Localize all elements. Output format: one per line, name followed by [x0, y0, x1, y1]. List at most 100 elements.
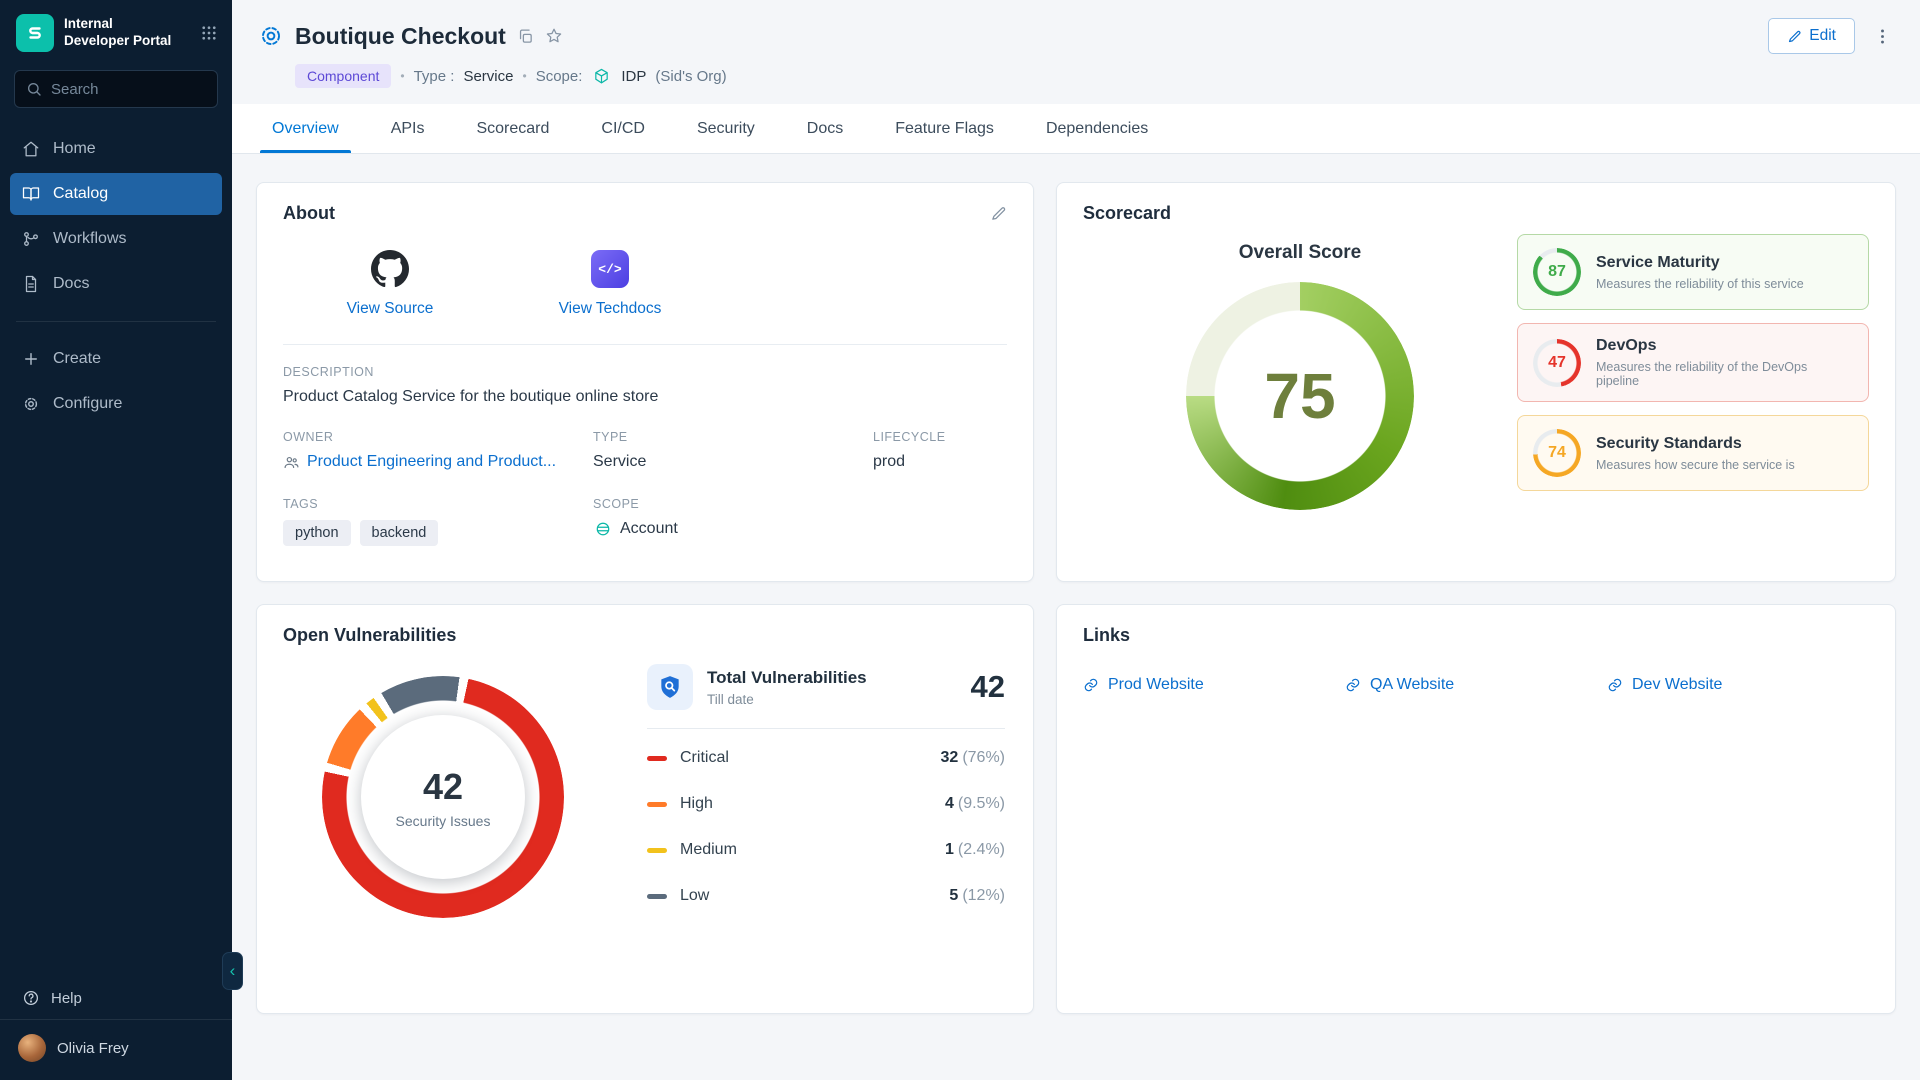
links-card: Links Prod Website QA Website Dev Websit…	[1056, 604, 1896, 1014]
link-label: Dev Website	[1632, 676, 1722, 694]
plus-icon	[22, 350, 40, 368]
create-label: Create	[53, 350, 101, 368]
sidebar-item-home[interactable]: Home	[10, 128, 222, 170]
low-dash	[647, 894, 667, 899]
page-title: Boutique Checkout	[295, 23, 506, 50]
dev-website-link[interactable]: Dev Website	[1607, 676, 1869, 694]
score-desc: Measures the reliability of this service	[1596, 277, 1804, 291]
score-value: 87	[1548, 263, 1566, 281]
tags-label: TAGS	[283, 497, 593, 511]
vuln-count: 5	[949, 887, 958, 904]
vuln-row-low: Low 5(12%)	[647, 873, 1005, 919]
sidebar-item-label: Catalog	[53, 185, 108, 203]
link-label: Prod Website	[1108, 676, 1204, 694]
security-issues-count: 42	[423, 766, 463, 808]
type-label: Type :	[414, 68, 455, 85]
vuln-row-high: High 4(9.5%)	[647, 781, 1005, 827]
qa-website-link[interactable]: QA Website	[1345, 676, 1607, 694]
edit-about-icon[interactable]	[990, 205, 1007, 222]
sidebar-item-label: Docs	[53, 275, 89, 293]
vuln-count: 4	[945, 795, 954, 812]
tab-dependencies[interactable]: Dependencies	[1020, 104, 1174, 153]
tag-backend[interactable]: backend	[360, 520, 439, 546]
tab-docs[interactable]: Docs	[781, 104, 869, 153]
owner-value: Product Engineering and Product...	[307, 453, 556, 471]
logo-row: Internal Developer Portal	[0, 0, 232, 62]
overall-score-label: Overall Score	[1239, 242, 1362, 264]
link-icon	[1083, 677, 1099, 693]
owner-link[interactable]: Product Engineering and Product...	[283, 453, 593, 471]
apps-grid-icon[interactable]	[200, 24, 218, 42]
idp-cube-icon	[593, 68, 610, 85]
view-source-link[interactable]: View Source	[325, 250, 455, 318]
overview-content: About View Source </> View Techdocs	[232, 154, 1920, 1080]
critical-dash	[647, 756, 667, 761]
vuln-count: 1	[945, 841, 954, 858]
vulnerabilities-title: Open Vulnerabilities	[283, 625, 456, 646]
type-field-label: TYPE	[593, 430, 873, 444]
help-label: Help	[51, 990, 82, 1007]
sidebar-spacer	[0, 425, 232, 977]
app-title: Internal Developer Portal	[64, 16, 171, 50]
overall-score-donut: 75	[1186, 282, 1414, 510]
tab-overview[interactable]: Overview	[246, 104, 365, 153]
tab-cicd[interactable]: CI/CD	[575, 104, 671, 153]
tab-bar: Overview APIs Scorecard CI/CD Security D…	[232, 104, 1920, 154]
security-issues-label: Security Issues	[396, 813, 491, 829]
copy-icon[interactable]	[517, 28, 534, 45]
high-dash	[647, 802, 667, 807]
separator-dot: •	[522, 69, 526, 83]
gear-icon	[22, 395, 40, 413]
tab-apis[interactable]: APIs	[365, 104, 451, 153]
scope-field-value: Account	[620, 520, 678, 538]
total-vulnerabilities-label: Total Vulnerabilities	[707, 668, 867, 688]
about-card: About View Source </> View Techdocs	[256, 182, 1034, 582]
prod-website-link[interactable]: Prod Website	[1083, 676, 1345, 694]
sidebar-item-catalog[interactable]: Catalog	[10, 173, 222, 215]
configure-label: Configure	[53, 395, 122, 413]
score-card-devops[interactable]: 47 DevOps Measures the reliability of th…	[1517, 323, 1869, 402]
user-menu[interactable]: Olivia Frey	[0, 1019, 232, 1080]
component-badge[interactable]: Component	[295, 64, 391, 88]
sidebar-item-docs[interactable]: Docs	[10, 263, 222, 305]
score-ring: 74	[1533, 429, 1581, 477]
help-button[interactable]: Help	[0, 977, 232, 1019]
score-card-security-standards[interactable]: 74 Security Standards Measures how secur…	[1517, 415, 1869, 491]
vulnerabilities-card: Open Vulnerabilities 42 Security Issues	[256, 604, 1034, 1014]
app-title-line1: Internal	[64, 16, 171, 33]
more-options-icon[interactable]	[1869, 23, 1896, 50]
edit-label: Edit	[1809, 27, 1836, 45]
search-input[interactable]	[51, 81, 206, 98]
overall-score-value: 75	[1264, 359, 1335, 433]
score-card-service-maturity[interactable]: 87 Service Maturity Measures the reliabi…	[1517, 234, 1869, 310]
tab-scorecard[interactable]: Scorecard	[450, 104, 575, 153]
tab-security[interactable]: Security	[671, 104, 781, 153]
sidebar-search[interactable]	[14, 70, 218, 108]
owner-label: OWNER	[283, 430, 593, 444]
score-value: 47	[1548, 354, 1566, 372]
view-techdocs-link[interactable]: </> View Techdocs	[545, 250, 675, 318]
app-title-line2: Developer Portal	[64, 33, 171, 50]
separator-dot: •	[400, 69, 404, 83]
tab-feature-flags[interactable]: Feature Flags	[869, 104, 1020, 153]
create-button[interactable]: Create	[10, 338, 222, 380]
configure-button[interactable]: Configure	[10, 383, 222, 425]
till-date-label: Till date	[707, 692, 867, 707]
sidebar-item-workflows[interactable]: Workflows	[10, 218, 222, 260]
app-logo[interactable]	[16, 14, 54, 52]
link-icon	[1607, 677, 1623, 693]
tag-python[interactable]: python	[283, 520, 351, 546]
team-icon	[283, 454, 300, 471]
pencil-icon	[1787, 29, 1802, 44]
score-ring: 47	[1533, 339, 1581, 387]
about-title: About	[283, 203, 335, 224]
sidebar-collapse-handle[interactable]: ‹	[222, 952, 243, 990]
component-settings-icon[interactable]	[258, 23, 284, 49]
favorite-star-icon[interactable]	[545, 27, 563, 45]
sidebar-divider	[16, 321, 216, 322]
sidebar: Internal Developer Portal Home Catalog	[0, 0, 232, 1080]
workflows-icon	[22, 230, 40, 248]
edit-button[interactable]: Edit	[1768, 18, 1855, 54]
search-icon	[26, 81, 42, 97]
score-name: DevOps	[1596, 337, 1853, 355]
